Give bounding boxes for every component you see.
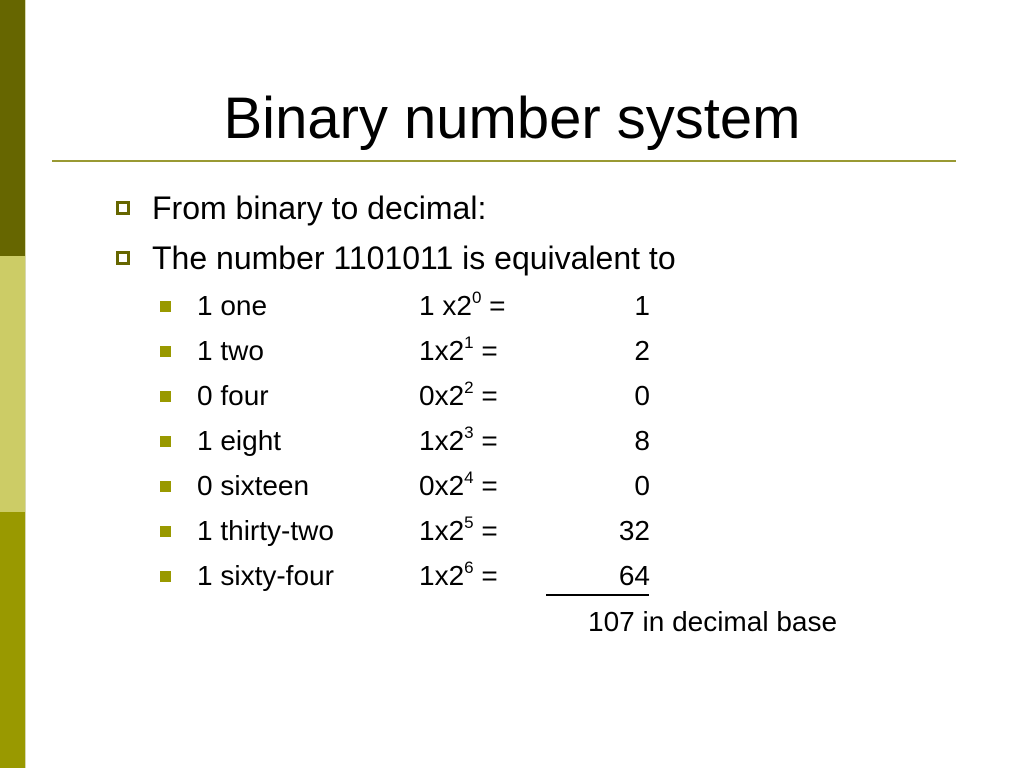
power-expression: 0x22 = [419, 376, 498, 416]
term-value: 2 [634, 335, 650, 366]
equals-sign: = [473, 380, 498, 411]
place-label: 1 one [197, 290, 268, 321]
equals-sign: = [473, 425, 498, 456]
term-row: 1 eight 1x23 = 8 [160, 421, 860, 461]
exponent: 6 [464, 557, 474, 577]
filled-square-bullet-icon [160, 481, 171, 492]
sidebar-segment-mid [0, 512, 25, 768]
term-row: 1 one 1 x20 = 1 [160, 286, 860, 326]
term-value: 0 [634, 470, 650, 501]
filled-square-bullet-icon [160, 301, 171, 312]
exponent: 4 [464, 467, 474, 487]
exponent: 3 [464, 422, 474, 442]
place-label: 1 two [197, 335, 264, 366]
equals-sign: = [473, 470, 498, 501]
expression-base: 0x2 [419, 470, 465, 501]
filled-square-bullet-icon [160, 346, 171, 357]
slide-title: Binary number system [0, 84, 1024, 154]
filled-square-bullet-icon [160, 526, 171, 537]
filled-square-bullet-icon [160, 436, 171, 447]
hollow-square-bullet-icon [116, 201, 130, 215]
filled-square-bullet-icon [160, 571, 171, 582]
term-value: 64 [618, 560, 650, 591]
place-label: 1 eight [197, 425, 282, 456]
title-divider [52, 160, 956, 162]
term-row: 1 thirty-two 1x25 = 32 [160, 511, 860, 551]
total-result: 107 in decimal base [588, 606, 838, 637]
term-value: 8 [634, 425, 650, 456]
exponent: 5 [464, 512, 474, 532]
term-value: 32 [618, 515, 650, 546]
exponent: 1 [464, 332, 474, 352]
expression-base: 1x2 [419, 335, 465, 366]
expression-base: 1x2 [419, 560, 465, 591]
term-row: 1 sixty-four 1x26 = 64 [160, 556, 860, 596]
bullet-text: The number 1101011 is equivalent to [152, 240, 676, 276]
exponent: 2 [464, 377, 474, 397]
place-label: 0 four [197, 380, 269, 411]
hollow-square-bullet-icon [116, 251, 130, 265]
power-expression: 0x24 = [419, 466, 498, 506]
power-expression: 1x25 = [419, 511, 498, 551]
sum-underline [546, 594, 649, 596]
expression-base: 1x2 [419, 515, 465, 546]
filled-square-bullet-icon [160, 391, 171, 402]
expression-base: 0x2 [419, 380, 465, 411]
slide-title-text: Binary number system [223, 86, 801, 151]
term-value: 0 [634, 380, 650, 411]
bullet-text: From binary to decimal: [152, 190, 487, 226]
exponent: 0 [471, 287, 482, 307]
equals-sign: = [481, 290, 506, 321]
term-row: 0 four 0x22 = 0 [160, 376, 860, 416]
power-expression: 1 x20 = [419, 286, 506, 326]
power-expression: 1x23 = [419, 421, 498, 461]
equals-sign: = [473, 560, 498, 591]
sidebar-segment-light [0, 256, 25, 512]
equals-sign: = [473, 515, 498, 546]
place-label: 1 thirty-two [197, 515, 334, 546]
power-expression: 1x21 = [419, 331, 498, 371]
term-row: 0 sixteen 0x24 = 0 [160, 466, 860, 506]
term-row: 1 two 1x21 = 2 [160, 331, 860, 371]
equals-sign: = [473, 335, 498, 366]
power-expression: 1x26 = [419, 556, 498, 596]
expression-base: 1 x2 [419, 290, 472, 321]
place-label: 0 sixteen [197, 470, 310, 501]
expression-base: 1x2 [419, 425, 465, 456]
place-label: 1 sixty-four [197, 560, 334, 591]
term-value: 1 [634, 290, 650, 321]
